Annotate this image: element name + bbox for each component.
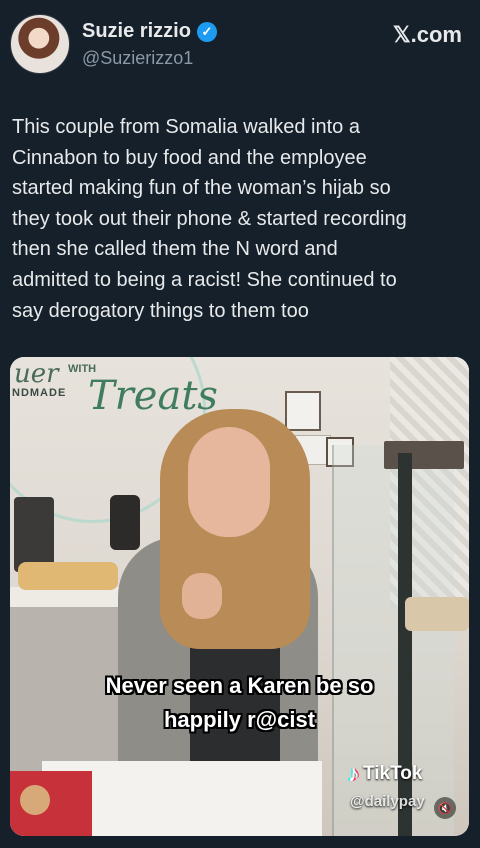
video-caption-line-2: happily r@cist — [163, 707, 316, 732]
wall-sign-text: Treats — [88, 373, 218, 419]
tweet-text: This couple from Somalia walked into a C… — [12, 116, 407, 322]
author-handle[interactable]: @Suzierizzo1 — [82, 48, 193, 69]
tiktok-username: @dailypay — [350, 793, 425, 810]
grinder — [110, 495, 140, 550]
mute-icon[interactable]: 🔇 — [434, 797, 456, 819]
author-name-row: Suzie rizzio ✓ — [82, 20, 217, 43]
red-box — [10, 771, 92, 836]
display-post-top — [384, 441, 464, 469]
verified-badge-icon: ✓ — [196, 21, 217, 42]
pastry-tray — [405, 597, 469, 631]
wall-frame — [285, 391, 321, 431]
tiktok-label: TikTok — [363, 763, 423, 784]
wall-sign-text: NDMADE — [12, 387, 67, 399]
person-face — [188, 427, 270, 537]
brand-label: 𝕏.com — [392, 22, 462, 47]
tiktok-logo-icon: ♪ — [348, 761, 359, 786]
tiktok-watermark: ♪ TikTok — [348, 761, 422, 787]
person-hand — [182, 573, 222, 619]
author-name[interactable]: Suzie rizzio — [82, 20, 191, 43]
coffee-machine — [14, 497, 54, 572]
wall-sign-text: uer — [14, 359, 59, 389]
avatar[interactable] — [10, 14, 70, 74]
video-caption-line-1: Never seen a Karen be so — [105, 673, 374, 698]
tweet-header: Suzie rizzio ✓ @Suzierizzo1 𝕏.com — [10, 12, 462, 76]
food-tray — [18, 562, 118, 590]
video-thumbnail[interactable]: uer WITH NDMADE Treats Never seen a Kare… — [10, 357, 469, 836]
